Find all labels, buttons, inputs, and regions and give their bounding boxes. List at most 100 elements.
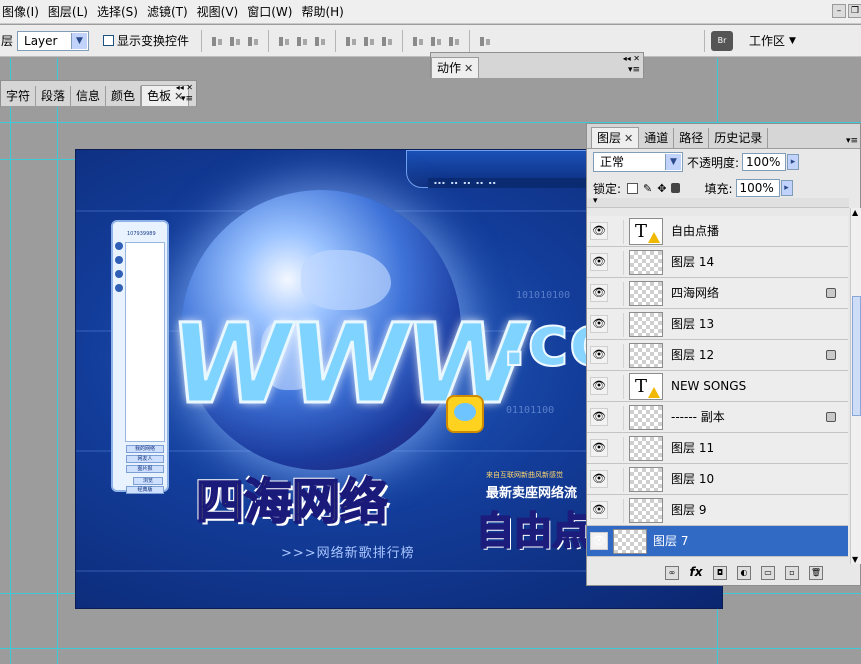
layer-row[interactable]: 👁 四海网络 bbox=[587, 278, 848, 309]
distribute-hcenter-icon[interactable] bbox=[429, 34, 443, 48]
align-bottom-icon[interactable] bbox=[246, 34, 260, 48]
fill-input[interactable]: 100% bbox=[735, 179, 780, 197]
distribute-bottom-icon[interactable] bbox=[380, 34, 394, 48]
layer-row[interactable]: 👁 图层 12 bbox=[587, 340, 848, 371]
align-left-icon[interactable] bbox=[277, 34, 291, 48]
align-top-icon[interactable] bbox=[210, 34, 224, 48]
align-vcenter-icon[interactable] bbox=[228, 34, 242, 48]
fill-slider-icon[interactable]: ▸ bbox=[780, 180, 793, 196]
visibility-eye-icon[interactable]: 👁 bbox=[590, 222, 608, 240]
align-right-icon[interactable] bbox=[313, 34, 327, 48]
opacity-label: 不透明度: bbox=[687, 155, 740, 170]
palette-menu-icon[interactable]: ▾≡ bbox=[846, 136, 858, 146]
tab-paragraph[interactable]: 段落 bbox=[36, 86, 72, 106]
close-icon[interactable]: ✕ bbox=[464, 62, 473, 75]
scroll-down-icon[interactable]: ▼ bbox=[852, 555, 858, 564]
distribute-right-icon[interactable] bbox=[447, 34, 461, 48]
adjustment-layer-icon[interactable]: ◐ bbox=[737, 566, 751, 580]
align-hcenter-icon[interactable] bbox=[295, 34, 309, 48]
palette-menu-icon[interactable]: ▾≡ bbox=[181, 94, 193, 104]
scroll-up-icon[interactable]: ▲ bbox=[852, 208, 858, 217]
link-slot[interactable] bbox=[610, 375, 624, 399]
tab-actions[interactable]: 动作 ✕ bbox=[431, 57, 480, 78]
link-slot[interactable] bbox=[610, 437, 624, 461]
link-slot[interactable] bbox=[610, 468, 624, 492]
tab-layers[interactable]: 图层 ✕ bbox=[591, 127, 640, 148]
menu-window[interactable]: 窗口(W) bbox=[245, 0, 299, 24]
layers-scrollbar[interactable]: ▲ ▼ bbox=[850, 208, 861, 564]
visibility-eye-icon[interactable]: 👁 bbox=[590, 470, 608, 488]
layer-row[interactable]: 👁 T NEW SONGS bbox=[587, 371, 848, 402]
tab-channels[interactable]: 通道 bbox=[639, 128, 675, 148]
blend-mode-dropdown[interactable]: 正常 ▼ bbox=[593, 152, 683, 172]
link-slot[interactable] bbox=[610, 313, 624, 337]
menu-help[interactable]: 帮助(H) bbox=[299, 0, 350, 24]
visibility-eye-icon[interactable]: 👁 bbox=[590, 377, 608, 395]
layer-row[interactable]: 👁 图层 11 bbox=[587, 433, 848, 464]
minimize-icon[interactable]: – bbox=[832, 4, 846, 18]
add-mask-icon[interactable]: ◘ bbox=[713, 566, 727, 580]
workspace-label[interactable]: 工作区 bbox=[749, 32, 785, 49]
delete-layer-icon[interactable]: 🗑 bbox=[809, 566, 823, 580]
caret-down-icon[interactable]: ▼ bbox=[789, 36, 796, 46]
visibility-eye-icon[interactable]: 👁 bbox=[590, 284, 608, 302]
expand-arrow-icon[interactable]: ▾ bbox=[593, 198, 598, 206]
bridge-icon[interactable]: Br bbox=[711, 30, 734, 51]
layer-name: 自由点播 bbox=[671, 224, 720, 238]
lock-all-icon[interactable] bbox=[671, 183, 681, 193]
link-slot[interactable] bbox=[610, 406, 624, 430]
lock-position-icon[interactable]: ✥ bbox=[657, 182, 666, 195]
link-slot[interactable] bbox=[610, 282, 624, 306]
close-icon[interactable]: ✕ bbox=[624, 132, 633, 145]
visibility-eye-icon[interactable]: 👁 bbox=[590, 439, 608, 457]
distribute-left-icon[interactable] bbox=[411, 34, 425, 48]
tab-history[interactable]: 历史记录 bbox=[709, 128, 769, 148]
link-slot[interactable] bbox=[610, 220, 624, 244]
layer-row[interactable]: 👁 T 自由点播 bbox=[587, 216, 848, 247]
opacity-input[interactable]: 100% bbox=[742, 153, 787, 171]
link-layers-icon[interactable]: ∞ bbox=[665, 566, 679, 580]
show-transform-checkbox[interactable] bbox=[103, 35, 115, 46]
layer-row[interactable]: 👁 图层 14 bbox=[587, 247, 848, 278]
layer-row[interactable]: 👁 图层 10 bbox=[587, 464, 848, 495]
lock-transparency-icon[interactable] bbox=[627, 182, 639, 194]
new-group-icon[interactable]: ▭ bbox=[761, 566, 775, 580]
visibility-eye-icon[interactable]: 👁 bbox=[590, 253, 608, 271]
menu-view[interactable]: 视图(V) bbox=[195, 0, 246, 24]
auto-align-icon[interactable] bbox=[478, 34, 492, 48]
auto-select-dropdown[interactable]: Layer ▼ bbox=[17, 30, 90, 51]
scroll-thumb[interactable] bbox=[852, 296, 861, 416]
menu-image[interactable]: 图像(I) bbox=[0, 0, 46, 24]
menu-filter[interactable]: 滤镜(T) bbox=[145, 0, 195, 24]
opacity-slider-icon[interactable]: ▸ bbox=[787, 154, 800, 170]
tab-character[interactable]: 字符 bbox=[1, 86, 37, 106]
menu-layer[interactable]: 图层(L) bbox=[46, 0, 95, 24]
group-row-partial[interactable]: ▾ bbox=[587, 198, 849, 208]
visibility-eye-icon[interactable]: 👁 bbox=[590, 346, 608, 364]
menu-select[interactable]: 选择(S) bbox=[95, 0, 145, 24]
lock-pixels-icon[interactable]: ✎ bbox=[643, 182, 652, 195]
new-layer-icon[interactable]: ▫ bbox=[785, 566, 799, 580]
layer-row[interactable]: 👁 图层 9 bbox=[587, 495, 848, 526]
tab-info[interactable]: 信息 bbox=[71, 86, 107, 106]
visibility-eye-icon[interactable]: 👁 bbox=[590, 315, 608, 333]
collapse-icon[interactable]: ◂◂ ✕ bbox=[623, 54, 640, 63]
tab-paths[interactable]: 路径 bbox=[674, 128, 710, 148]
layer-row[interactable]: 👁 ------ 副本 bbox=[587, 402, 848, 433]
palette-menu-icon[interactable]: ▾≡ bbox=[628, 65, 640, 75]
visibility-eye-icon[interactable]: 👁 bbox=[590, 532, 608, 550]
tab-color[interactable]: 颜色 bbox=[106, 86, 142, 106]
visibility-eye-icon[interactable]: 👁 bbox=[590, 408, 608, 426]
layer-row[interactable]: 👁 图层 7 bbox=[587, 526, 848, 557]
link-slot[interactable] bbox=[610, 344, 624, 368]
link-slot[interactable] bbox=[610, 499, 624, 523]
distribute-top-icon[interactable] bbox=[344, 34, 358, 48]
restore-icon[interactable]: ❐ bbox=[848, 4, 861, 18]
link-slot[interactable] bbox=[610, 251, 624, 275]
layer-style-icon[interactable]: fx bbox=[689, 566, 703, 580]
layer-row[interactable]: 👁 图层 13 bbox=[587, 309, 848, 340]
distribute-vcenter-icon[interactable] bbox=[362, 34, 376, 48]
visibility-eye-icon[interactable]: 👁 bbox=[590, 501, 608, 519]
chevron-down-icon: ▼ bbox=[71, 32, 88, 49]
collapse-icon[interactable]: ◂◂ ✕ bbox=[176, 83, 193, 92]
